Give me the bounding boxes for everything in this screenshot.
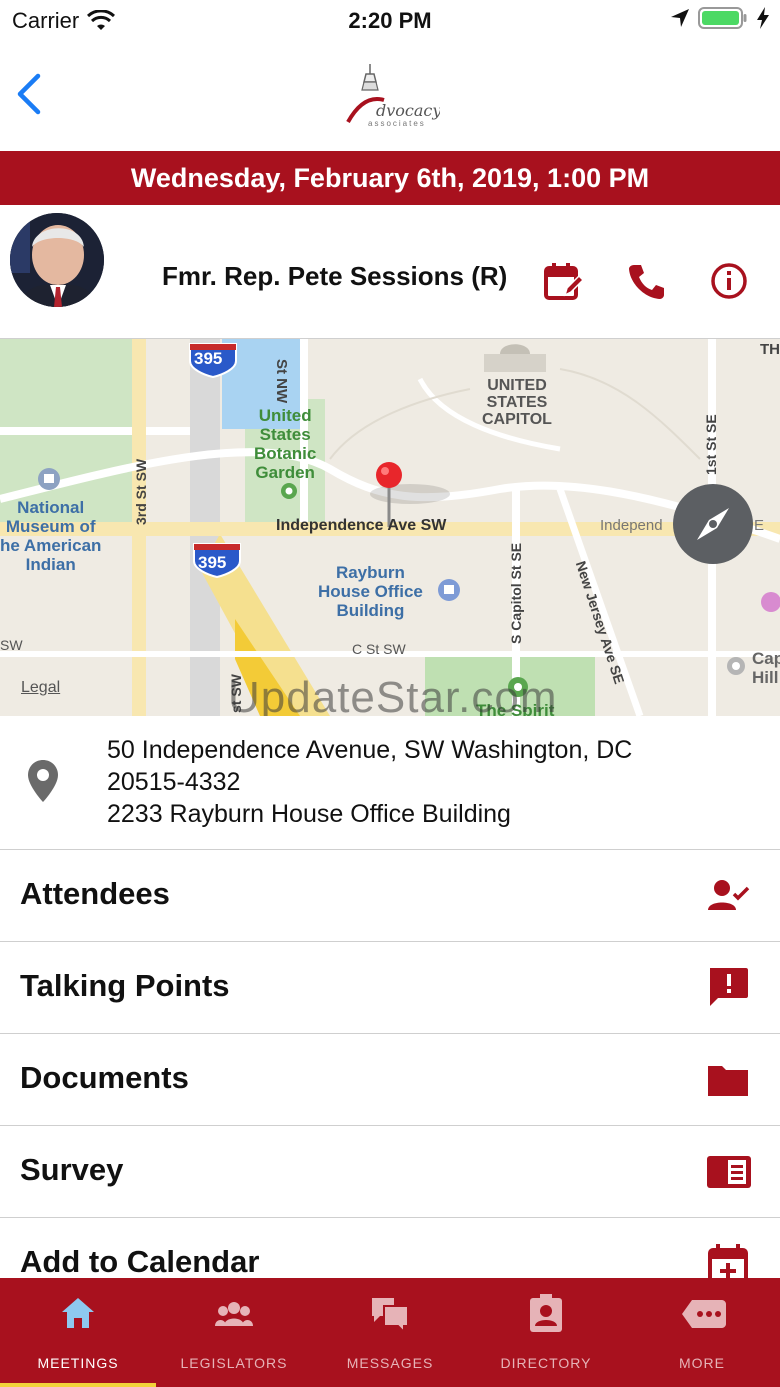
person-check-icon [706, 874, 750, 918]
row-documents-label: Documents [20, 1060, 189, 1095]
people-icon [214, 1294, 254, 1334]
tab-directory[interactable]: DIRECTORY [468, 1278, 624, 1387]
tab-more-label: MORE [679, 1355, 725, 1371]
contact-card-icon [526, 1294, 566, 1334]
survey-icon [706, 1150, 751, 1194]
botanic-garden-label: United States Botanic Garden [254, 406, 316, 482]
rayburn-label-line-2: House Office [318, 582, 423, 601]
location-map[interactable]: 395 395 St NW UNITED STATES CAPITOL TH 1… [0, 339, 780, 716]
row-attendees-label: Attendees [20, 876, 170, 911]
svg-text:associates: associates [368, 119, 426, 128]
svg-text:dvocacy: dvocacy [376, 101, 440, 120]
st-nw-label: St NW [273, 359, 290, 404]
back-button[interactable] [14, 72, 54, 116]
first-st-se-label: 1st St SE [703, 414, 719, 475]
info-button[interactable] [709, 261, 749, 301]
row-survey[interactable]: Survey [0, 1126, 780, 1218]
cap-hill-line-1: Cap [752, 649, 780, 668]
legislator-row: Fmr. Rep. Pete Sessions (R) [0, 205, 780, 339]
botanic-label-line-1: United [258, 406, 312, 425]
row-attendees[interactable]: Attendees [0, 850, 780, 942]
status-bar: Carrier 2:20 PM [0, 0, 780, 44]
legislator-name: Fmr. Rep. Pete Sessions (R) [162, 261, 508, 291]
home-icon [58, 1294, 98, 1334]
row-talking-points-label: Talking Points [20, 968, 230, 1003]
chat-icon [370, 1294, 410, 1335]
tab-legislators[interactable]: LEGISLATORS [156, 1278, 312, 1387]
tab-bar: MEETINGS LEGISLATORS MESSAGES DIRECTORY … [0, 1278, 780, 1387]
meeting-datetime-bar: Wednesday, February 6th, 2019, 1:00 PM [0, 151, 780, 205]
museum-label-line-3: he American [0, 536, 102, 555]
address-line-2: 20515-4332 [107, 768, 241, 796]
advocacy-logo: dvocacy associates [340, 60, 442, 130]
watermark-text: UpdateStar.com [228, 673, 558, 716]
folder-icon [706, 1058, 750, 1102]
th-label: TH [760, 341, 780, 358]
map-legal-link[interactable]: Legal [21, 679, 60, 697]
tab-messages-label: MESSAGES [346, 1355, 434, 1371]
third-st-sw-label: 3rd St SW [133, 458, 149, 525]
museum-label-line-2: Museum of [5, 517, 96, 536]
capitol-label-line-2: STATES [486, 394, 548, 411]
nav-header: dvocacy associates [0, 44, 780, 151]
edit-calendar-button[interactable] [543, 261, 585, 301]
museum-label-line-4: Indian [25, 555, 76, 574]
i395-mid-label: 395 [198, 553, 227, 572]
status-right [670, 6, 770, 30]
cap-hill-line-2: Hill [752, 668, 779, 687]
active-tab-indicator [0, 1383, 156, 1387]
tab-meetings[interactable]: MEETINGS [0, 1278, 156, 1387]
phone-icon [629, 265, 664, 299]
tab-legislators-label: LEGISLATORS [180, 1355, 288, 1371]
independence-ave-label: Independence Ave SW [276, 517, 447, 534]
botanic-label-line-3: Botanic [254, 444, 317, 463]
independ-right-label: Independ [600, 517, 663, 534]
rayburn-label-line-3: Building [336, 601, 405, 620]
location-arrow-icon [671, 9, 689, 27]
tab-meetings-label: MEETINGS [37, 1355, 119, 1371]
row-talking-points[interactable]: Talking Points [0, 942, 780, 1034]
address-line-1: 50 Independence Avenue, SW Washington, D… [107, 736, 633, 764]
row-documents[interactable]: Documents [0, 1034, 780, 1126]
s-capitol-st-label: S Capitol St SE [508, 542, 524, 644]
row-add-to-calendar-label: Add to Calendar [20, 1244, 260, 1279]
battery-icon [698, 7, 747, 29]
chevron-left-icon [17, 73, 41, 115]
calendar-edit-icon [544, 263, 585, 300]
botanic-label-line-2: States [259, 425, 311, 444]
tab-messages[interactable]: MESSAGES [312, 1278, 468, 1387]
tab-more[interactable]: MORE [624, 1278, 780, 1387]
museum-label: National Museum of he American Indian [0, 498, 101, 574]
tab-directory-label: DIRECTORY [500, 1355, 592, 1371]
rayburn-label-line-1: Rayburn [335, 563, 405, 582]
botanic-label-line-4: Garden [255, 463, 315, 482]
charging-bolt-icon [757, 7, 769, 29]
e-label: E [754, 517, 765, 534]
cap-hill-label: Cap Hill [752, 649, 780, 687]
compass-icon [697, 508, 729, 540]
c-st-sw-label: C St SW [352, 641, 406, 657]
address-section[interactable]: 50 Independence Avenue, SW Washington, D… [0, 716, 780, 850]
rayburn-label: Rayburn House Office Building [318, 563, 423, 620]
row-survey-label: Survey [20, 1152, 124, 1187]
map-compass-button[interactable] [673, 484, 753, 564]
more-icon [682, 1294, 726, 1334]
sw-label: SW [0, 637, 23, 653]
address-line-3: 2233 Rayburn House Office Building [107, 800, 511, 828]
call-button[interactable] [626, 261, 666, 301]
status-time: 2:20 PM [348, 8, 432, 33]
address-text: 50 Independence Avenue, SW Washington, D… [107, 734, 632, 830]
info-icon [711, 263, 747, 299]
location-pin-icon [26, 758, 60, 804]
capitol-label: UNITED STATES CAPITOL [482, 377, 552, 428]
legislator-avatar [10, 213, 104, 307]
i395-top-label: 395 [194, 349, 223, 368]
capitol-label-line-3: CAPITOL [482, 411, 552, 428]
capitol-label-line-1: UNITED [487, 377, 547, 394]
museum-label-line-1: National [17, 498, 85, 517]
feedback-icon [706, 966, 750, 1010]
